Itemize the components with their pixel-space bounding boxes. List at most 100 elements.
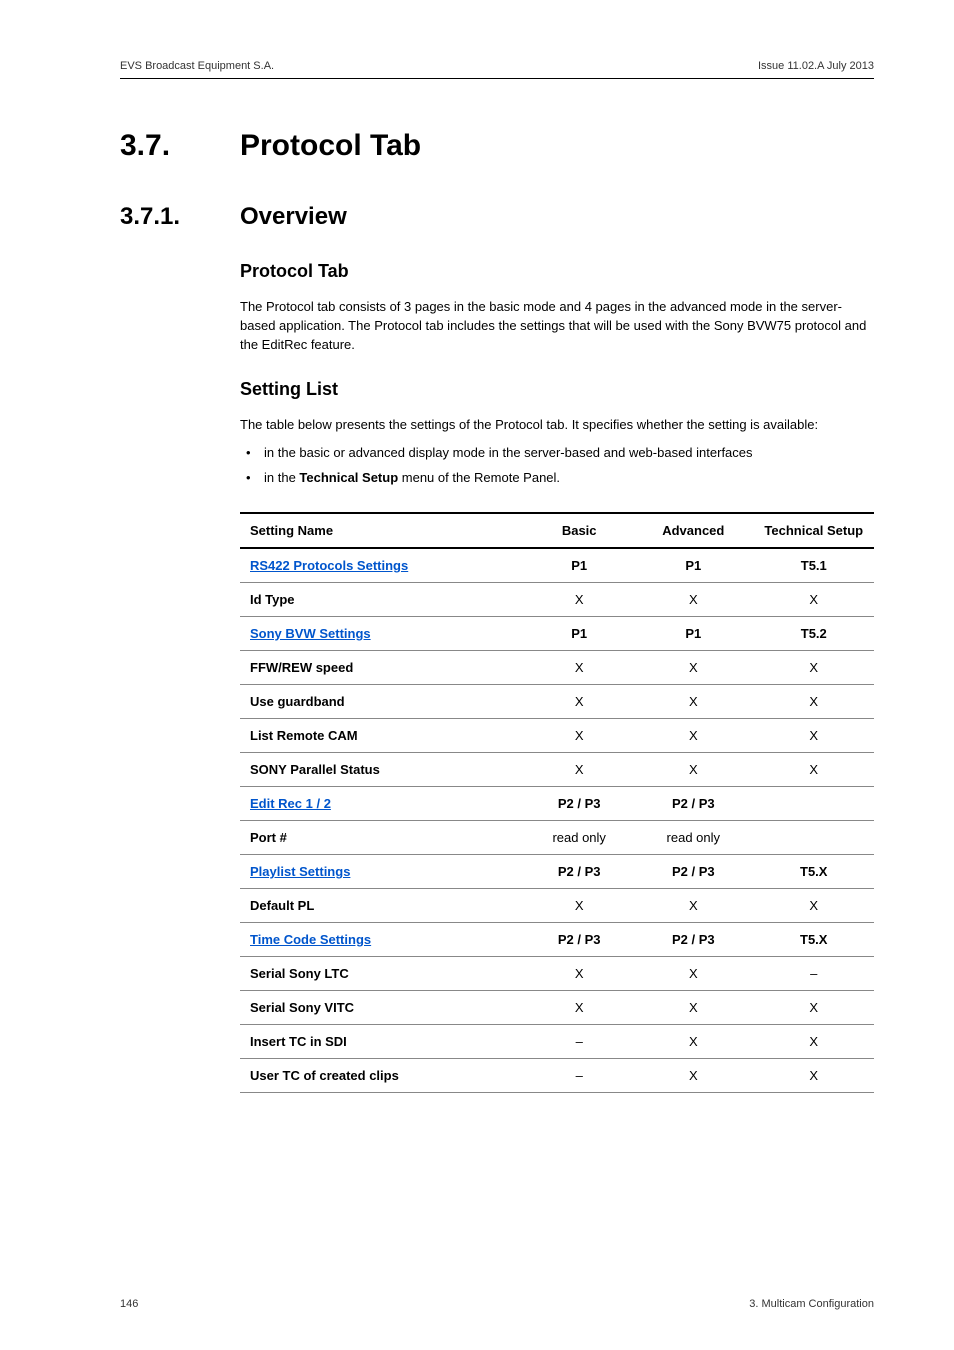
section-title: Protocol Tab (240, 129, 421, 163)
cell-basic: read only (525, 821, 633, 855)
table-row: Port #read onlyread only (240, 821, 874, 855)
cell-setting-name[interactable]: RS422 Protocols Settings (240, 548, 525, 583)
cell-basic: – (525, 1059, 633, 1093)
cell-tech: – (754, 957, 874, 991)
list-item: in the basic or advanced display mode in… (240, 444, 874, 463)
cell-basic: X (525, 685, 633, 719)
cell-tech: T5.X (754, 923, 874, 957)
page-number: 146 (120, 1298, 138, 1310)
table-row: Default PLXXX (240, 889, 874, 923)
cell-adv: X (633, 753, 753, 787)
cell-adv: X (633, 583, 753, 617)
cell-adv: P2 / P3 (633, 787, 753, 821)
cell-adv: X (633, 1059, 753, 1093)
setting-list-heading: Setting List (240, 379, 874, 400)
cell-setting-name: FFW/REW speed (240, 651, 525, 685)
list-item: in the Technical Setup menu of the Remot… (240, 469, 874, 488)
table-row: Serial Sony LTCXX– (240, 957, 874, 991)
section-number: 3.7. (120, 129, 240, 163)
cell-basic: X (525, 889, 633, 923)
cell-setting-name: Use guardband (240, 685, 525, 719)
protocol-tab-paragraph: The Protocol tab consists of 3 pages in … (240, 298, 874, 355)
cell-tech: X (754, 583, 874, 617)
cell-basic: X (525, 753, 633, 787)
cell-setting-name: Port # (240, 821, 525, 855)
table-row: User TC of created clips–XX (240, 1059, 874, 1093)
table-row: Insert TC in SDI–XX (240, 1025, 874, 1059)
cell-tech: X (754, 1059, 874, 1093)
cell-setting-name: Default PL (240, 889, 525, 923)
col-advanced: Advanced (633, 513, 753, 548)
cell-adv: P2 / P3 (633, 855, 753, 889)
setting-link[interactable]: Playlist Settings (250, 864, 350, 879)
cell-basic: P2 / P3 (525, 855, 633, 889)
table-row: Sony BVW SettingsP1P1T5.2 (240, 617, 874, 651)
cell-basic: X (525, 957, 633, 991)
cell-setting-name: List Remote CAM (240, 719, 525, 753)
table-header-row: Setting Name Basic Advanced Technical Se… (240, 513, 874, 548)
cell-tech: X (754, 991, 874, 1025)
cell-basic: X (525, 991, 633, 1025)
cell-tech (754, 821, 874, 855)
cell-basic: X (525, 651, 633, 685)
setting-list-paragraph: The table below presents the settings of… (240, 416, 874, 435)
cell-setting-name[interactable]: Playlist Settings (240, 855, 525, 889)
cell-tech: X (754, 1025, 874, 1059)
cell-tech: X (754, 719, 874, 753)
page-footer: 146 3. Multicam Configuration (120, 1298, 874, 1310)
cell-setting-name: Serial Sony VITC (240, 991, 525, 1025)
col-setting-name: Setting Name (240, 513, 525, 548)
cell-basic: P2 / P3 (525, 923, 633, 957)
cell-tech: X (754, 889, 874, 923)
cell-setting-name[interactable]: Sony BVW Settings (240, 617, 525, 651)
setting-link[interactable]: Edit Rec 1 / 2 (250, 796, 331, 811)
cell-basic: P1 (525, 548, 633, 583)
table-row: Playlist SettingsP2 / P3P2 / P3T5.X (240, 855, 874, 889)
cell-tech: T5.1 (754, 548, 874, 583)
cell-tech: T5.X (754, 855, 874, 889)
table-row: FFW/REW speedXXX (240, 651, 874, 685)
section-heading: 3.7. Protocol Tab (120, 129, 874, 163)
header-left: EVS Broadcast Equipment S.A. (120, 60, 274, 72)
cell-adv: X (633, 685, 753, 719)
subsection-number: 3.7.1. (120, 203, 240, 231)
setting-link[interactable]: Time Code Settings (250, 932, 371, 947)
table-row: Serial Sony VITCXXX (240, 991, 874, 1025)
cell-tech: X (754, 685, 874, 719)
cell-setting-name[interactable]: Edit Rec 1 / 2 (240, 787, 525, 821)
cell-basic: P1 (525, 617, 633, 651)
table-row: SONY Parallel StatusXXX (240, 753, 874, 787)
table-row: Use guardbandXXX (240, 685, 874, 719)
table-row: Edit Rec 1 / 2 P2 / P3P2 / P3 (240, 787, 874, 821)
settings-table: Setting Name Basic Advanced Technical Se… (240, 512, 874, 1093)
cell-setting-name[interactable]: Time Code Settings (240, 923, 525, 957)
cell-adv: read only (633, 821, 753, 855)
cell-adv: X (633, 651, 753, 685)
cell-basic: P2 / P3 (525, 787, 633, 821)
cell-tech (754, 787, 874, 821)
table-row: RS422 Protocols SettingsP1P1T5.1 (240, 548, 874, 583)
cell-setting-name: SONY Parallel Status (240, 753, 525, 787)
cell-setting-name: Id Type (240, 583, 525, 617)
subsection-title: Overview (240, 203, 347, 231)
cell-setting-name: Serial Sony LTC (240, 957, 525, 991)
cell-tech: X (754, 753, 874, 787)
table-row: List Remote CAMXXX (240, 719, 874, 753)
header-right: Issue 11.02.A July 2013 (758, 60, 874, 72)
subsection-heading: 3.7.1. Overview (120, 203, 874, 231)
page-header: EVS Broadcast Equipment S.A. Issue 11.02… (120, 60, 874, 79)
cell-basic: X (525, 719, 633, 753)
cell-adv: X (633, 1025, 753, 1059)
cell-adv: X (633, 957, 753, 991)
setting-link[interactable]: RS422 Protocols Settings (250, 558, 408, 573)
cell-tech: X (754, 651, 874, 685)
footer-chapter: 3. Multicam Configuration (749, 1298, 874, 1310)
cell-adv: X (633, 889, 753, 923)
setting-link[interactable]: Sony BVW Settings (250, 626, 371, 641)
protocol-tab-heading: Protocol Tab (240, 261, 874, 282)
cell-setting-name: User TC of created clips (240, 1059, 525, 1093)
cell-adv: X (633, 719, 753, 753)
cell-adv: X (633, 991, 753, 1025)
cell-tech: T5.2 (754, 617, 874, 651)
cell-basic: X (525, 583, 633, 617)
